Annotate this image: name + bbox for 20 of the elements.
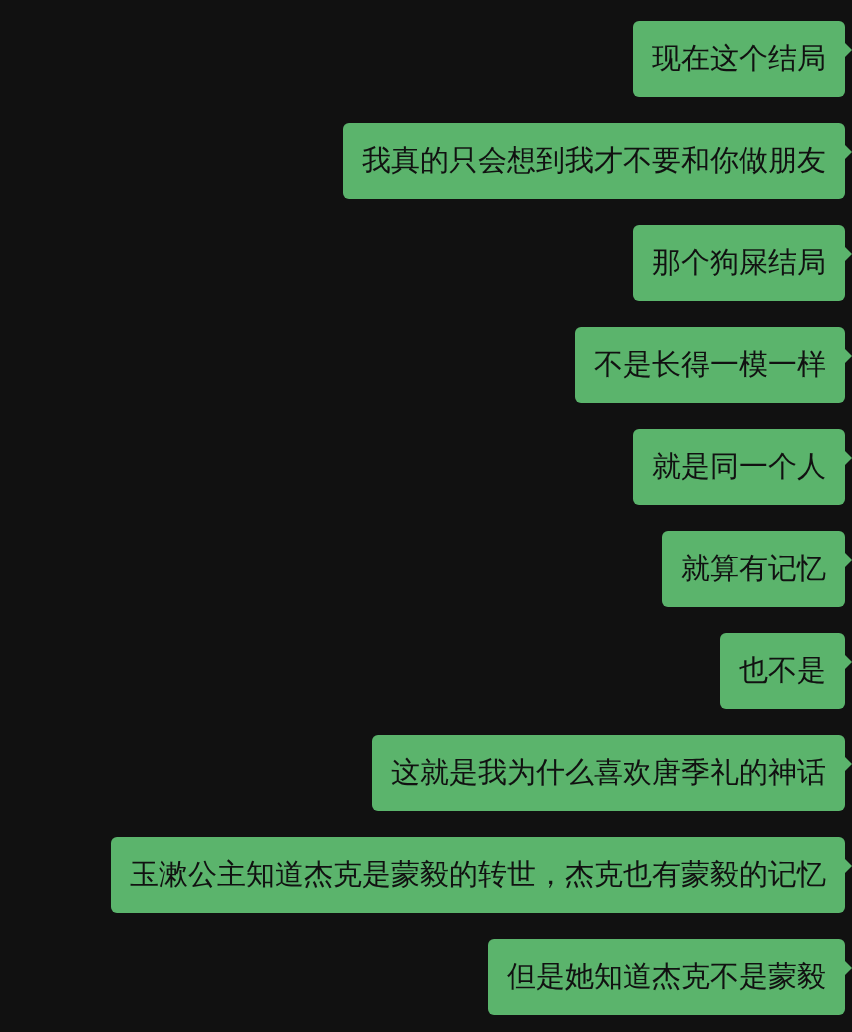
bubble-tail-icon [845, 43, 852, 57]
bubble-tail-icon [845, 655, 852, 669]
bubble-tail-icon [845, 145, 852, 159]
chat-message: 也不是 [720, 633, 845, 709]
chat-message: 但是她知道杰克不是蒙毅 [488, 939, 845, 1015]
chat-message: 现在这个结局 [633, 21, 845, 97]
bubble-tail-icon [845, 961, 852, 975]
chat-message: 不是长得一模一样 [575, 327, 845, 403]
bubble-tail-icon [845, 859, 852, 873]
chat-message: 这就是我为什么喜欢唐季礼的神话 [372, 735, 845, 811]
chat-message: 玉漱公主知道杰克是蒙毅的转世，杰克也有蒙毅的记忆 [111, 837, 845, 913]
bubble-tail-icon [845, 349, 852, 363]
bubble-tail-icon [845, 247, 852, 261]
bubble-tail-icon [845, 553, 852, 567]
chat-message: 我真的只会想到我才不要和你做朋友 [343, 123, 845, 199]
bubble-tail-icon [845, 757, 852, 771]
chat-message: 就算有记忆 [662, 531, 845, 607]
chat-message: 就是同一个人 [633, 429, 845, 505]
chat-message: 那个狗屎结局 [633, 225, 845, 301]
bubble-tail-icon [845, 451, 852, 465]
